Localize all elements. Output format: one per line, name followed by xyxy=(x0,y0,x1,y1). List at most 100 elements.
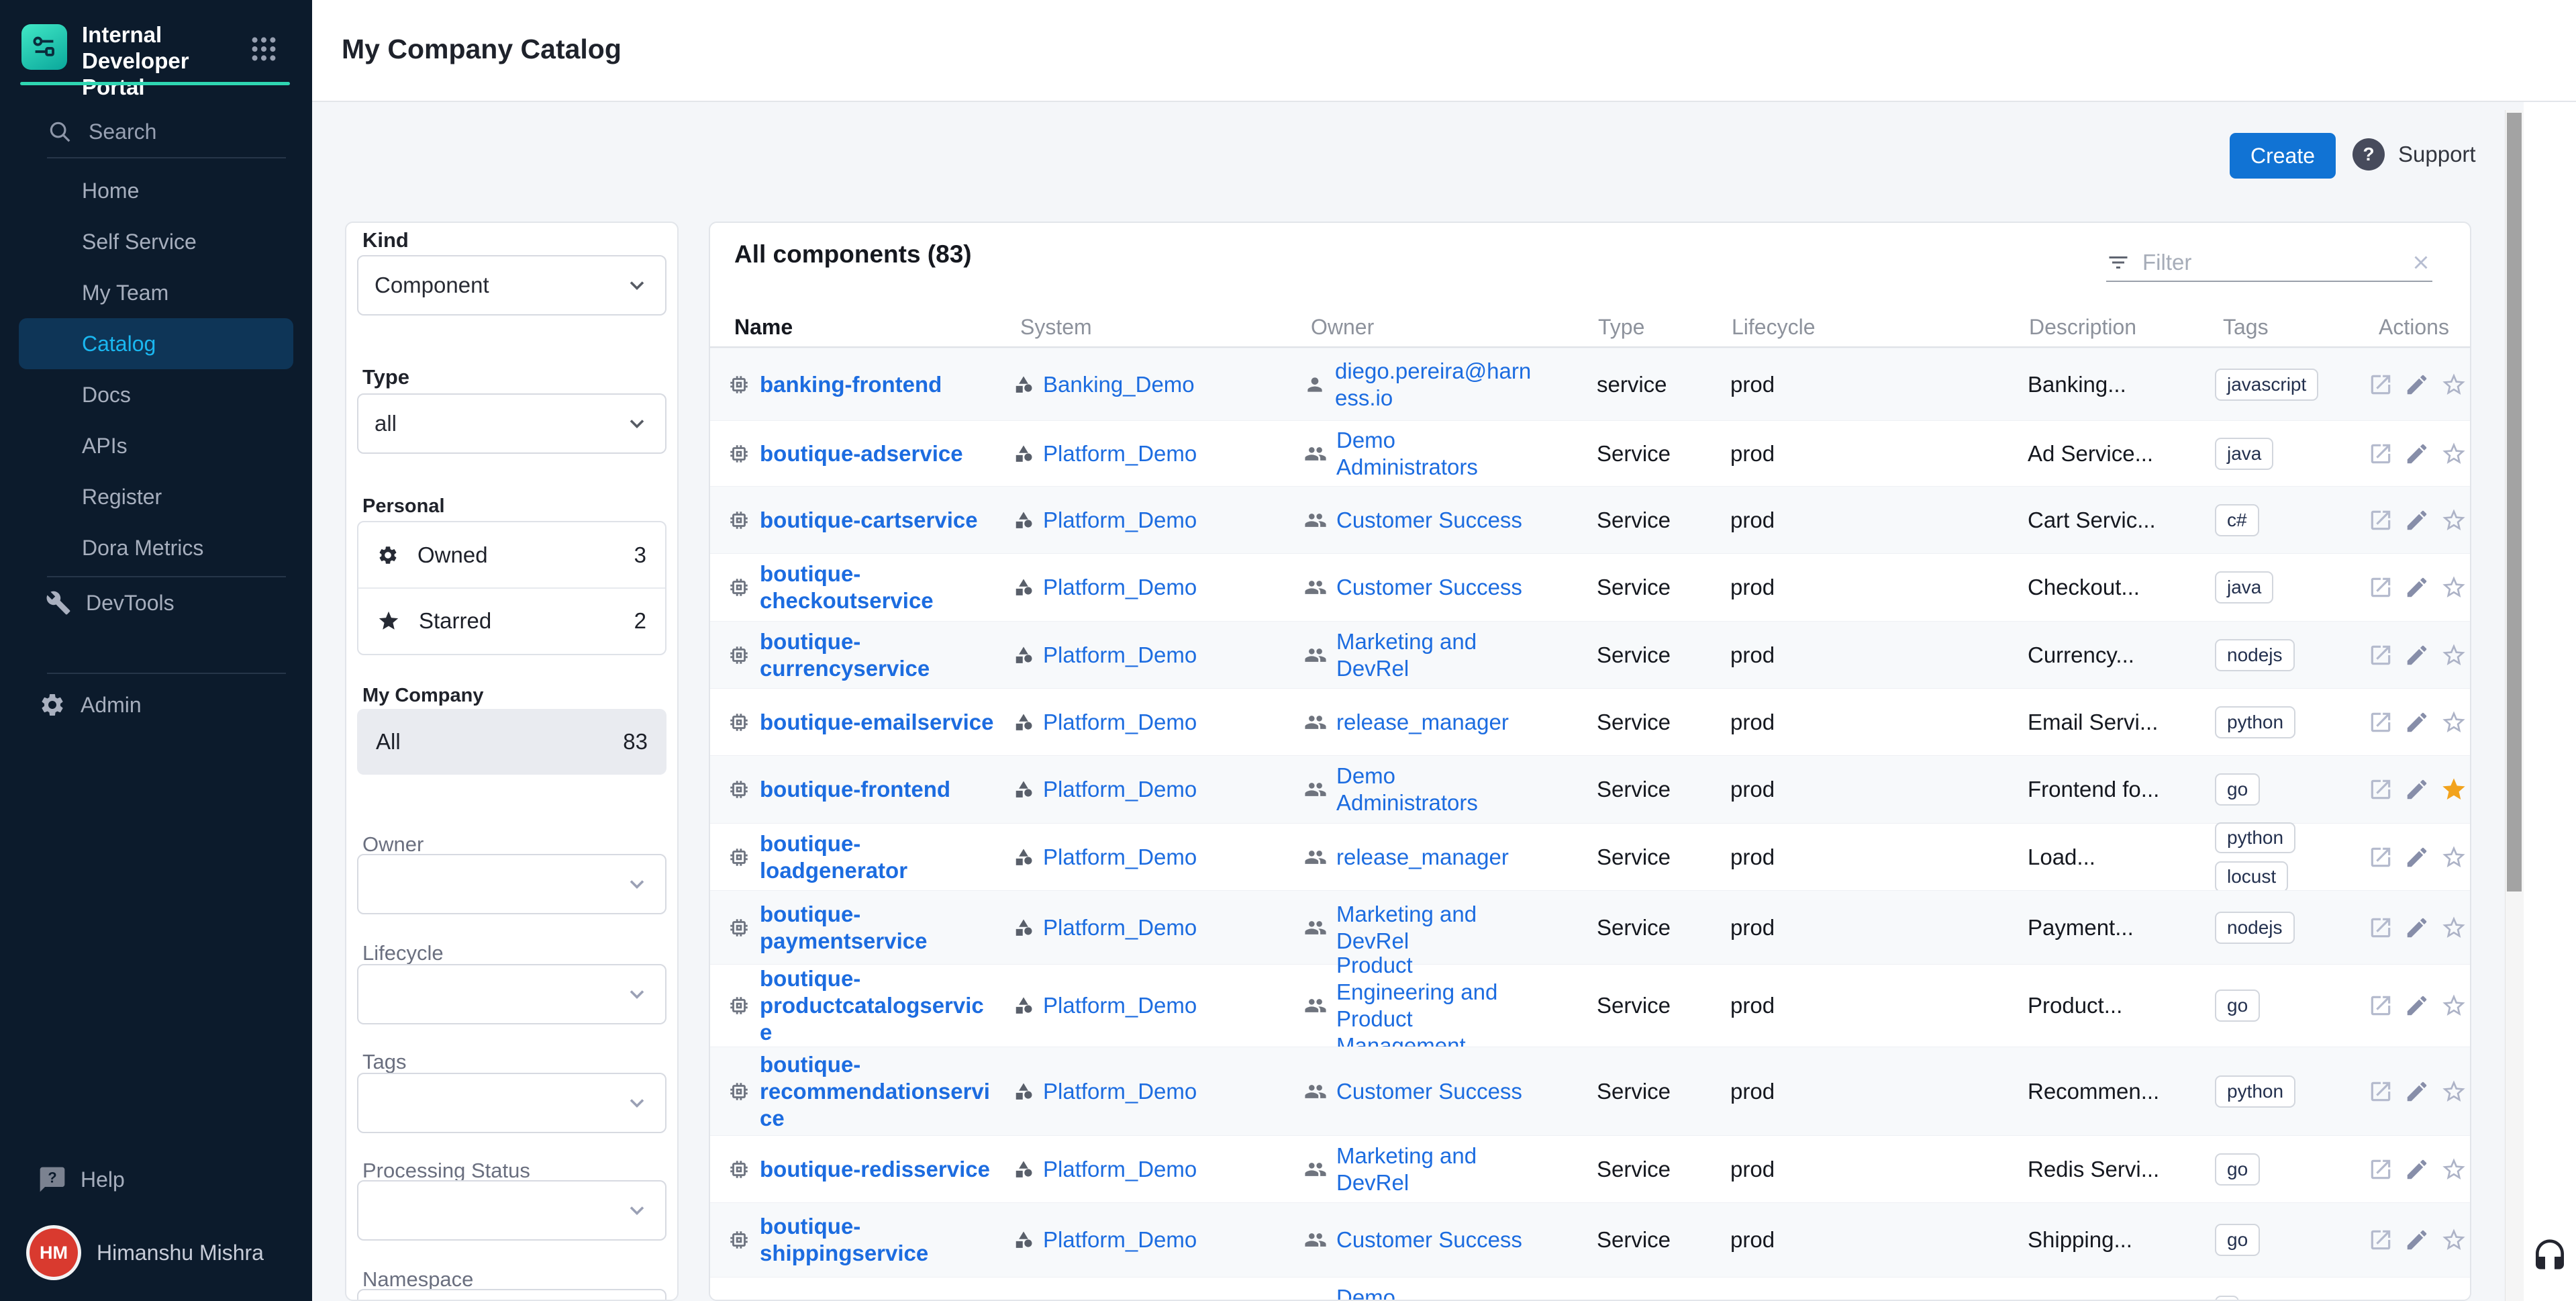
user-profile[interactable]: HM Himanshu Mishra xyxy=(30,1223,264,1282)
entity-name-link[interactable]: banking-frontend xyxy=(760,371,942,398)
star-icon[interactable] xyxy=(2440,507,2467,534)
sidebar-item-dora-metrics[interactable]: Dora Metrics xyxy=(0,522,312,573)
edit-icon[interactable] xyxy=(2404,993,2430,1018)
owner-link[interactable]: Customer Success xyxy=(1336,1226,1522,1253)
type-select[interactable]: all xyxy=(357,393,666,454)
system-link[interactable]: Platform_Demo xyxy=(1043,1078,1197,1105)
entity-name-link[interactable]: boutique-shippingservice xyxy=(760,1213,996,1267)
system-link[interactable]: Platform_Demo xyxy=(1043,507,1197,534)
system-link[interactable]: Platform_Demo xyxy=(1043,1226,1197,1253)
open-in-new-icon[interactable] xyxy=(2368,1227,2393,1253)
entity-name-link[interactable]: boutique-redisservice xyxy=(760,1156,990,1183)
owner-link[interactable]: Marketing and DevRel xyxy=(1336,1143,1536,1196)
star-icon[interactable] xyxy=(2440,914,2467,941)
owner-link[interactable]: Customer Success xyxy=(1336,507,1522,534)
filter-select-processing-status[interactable] xyxy=(357,1180,666,1241)
owner-link[interactable]: Marketing and DevRel xyxy=(1336,901,1536,955)
entity-name-link[interactable]: boutique-loadgenerator xyxy=(760,830,996,884)
open-in-new-icon[interactable] xyxy=(2368,372,2393,397)
edit-icon[interactable] xyxy=(2404,508,2430,533)
entity-name-link[interactable]: b... xyxy=(760,1298,792,1301)
system-link[interactable]: Platform_Demo xyxy=(1043,844,1197,871)
sidebar-item-my-team[interactable]: My Team xyxy=(0,267,312,318)
owner-link[interactable]: Demo Administrators xyxy=(1336,1284,1536,1301)
star-icon[interactable] xyxy=(2440,440,2467,467)
star-icon[interactable] xyxy=(2440,709,2467,736)
entity-name-link[interactable]: boutique-currencyservice xyxy=(760,628,996,682)
open-in-new-icon[interactable] xyxy=(2368,1079,2393,1104)
star-icon[interactable] xyxy=(2440,642,2467,669)
starred-icon[interactable] xyxy=(2440,776,2467,803)
support-button[interactable]: ? Support xyxy=(2352,138,2476,171)
edit-icon[interactable] xyxy=(2404,915,2430,941)
sidebar-search[interactable]: Search xyxy=(47,115,156,148)
sidebar-item-docs[interactable]: Docs xyxy=(0,369,312,420)
sidebar-item-apis[interactable]: APIs xyxy=(0,420,312,471)
owner-link[interactable]: Demo Administrators xyxy=(1336,427,1536,481)
vertical-scrollbar-thumb[interactable] xyxy=(2507,113,2522,892)
system-link[interactable]: Platform_Demo xyxy=(1043,1298,1197,1301)
sidebar-item-self-service[interactable]: Self Service xyxy=(0,216,312,267)
entity-name-link[interactable]: boutique-productcatalogservice xyxy=(760,965,996,1046)
star-icon[interactable] xyxy=(2440,1298,2467,1301)
entity-name-link[interactable]: boutique-frontend xyxy=(760,776,950,803)
entity-name-link[interactable]: boutique-cartservice xyxy=(760,507,978,534)
owner-link[interactable]: diego.pereira@harness.io xyxy=(1335,358,1536,412)
system-link[interactable]: Platform_Demo xyxy=(1043,914,1197,941)
edit-icon[interactable] xyxy=(2404,642,2430,668)
edit-icon[interactable] xyxy=(2404,1079,2430,1104)
edit-icon[interactable] xyxy=(2404,777,2430,802)
filter-select-tags[interactable] xyxy=(357,1073,666,1133)
filter-select-namespace[interactable] xyxy=(357,1289,666,1301)
sidebar-item-home[interactable]: Home xyxy=(0,165,312,216)
open-in-new-icon[interactable] xyxy=(2368,710,2393,735)
starred-filter[interactable]: Starred 2 xyxy=(358,587,665,653)
system-link[interactable]: Platform_Demo xyxy=(1043,776,1197,803)
sidebar-item-register[interactable]: Register xyxy=(0,471,312,522)
owned-filter[interactable]: Owned 3 xyxy=(358,522,665,587)
system-link[interactable]: Banking_Demo xyxy=(1043,371,1195,398)
edit-icon[interactable] xyxy=(2404,1157,2430,1182)
edit-icon[interactable] xyxy=(2404,372,2430,397)
sidebar-item-help[interactable]: ? Help xyxy=(0,1154,312,1205)
create-button[interactable]: Create xyxy=(2230,133,2336,179)
support-chat-icon[interactable] xyxy=(2531,1238,2569,1279)
edit-icon[interactable] xyxy=(2404,1298,2430,1301)
star-icon[interactable] xyxy=(2440,371,2467,398)
edit-icon[interactable] xyxy=(2404,845,2430,870)
star-icon[interactable] xyxy=(2440,1226,2467,1253)
open-in-new-icon[interactable] xyxy=(2368,1298,2393,1301)
edit-icon[interactable] xyxy=(2404,1227,2430,1253)
edit-icon[interactable] xyxy=(2404,441,2430,467)
entity-name-link[interactable]: boutique-recommendationservice xyxy=(760,1051,996,1132)
sidebar-item-devtools[interactable]: DevTools xyxy=(0,577,312,628)
entity-name-link[interactable]: boutique-paymentservice xyxy=(760,901,996,955)
owner-link[interactable]: Customer Success xyxy=(1336,574,1522,601)
open-in-new-icon[interactable] xyxy=(2368,642,2393,668)
entity-name-link[interactable]: boutique-emailservice xyxy=(760,709,993,736)
open-in-new-icon[interactable] xyxy=(2368,915,2393,941)
open-in-new-icon[interactable] xyxy=(2368,441,2393,467)
system-link[interactable]: Platform_Demo xyxy=(1043,642,1197,669)
owner-link[interactable]: Demo Administrators xyxy=(1336,763,1536,816)
open-in-new-icon[interactable] xyxy=(2368,845,2393,870)
open-in-new-icon[interactable] xyxy=(2368,575,2393,600)
star-icon[interactable] xyxy=(2440,844,2467,871)
system-link[interactable]: Platform_Demo xyxy=(1043,709,1197,736)
star-icon[interactable] xyxy=(2440,574,2467,601)
system-link[interactable]: Platform_Demo xyxy=(1043,1156,1197,1183)
owner-link[interactable]: Product Engineering and Product Manageme… xyxy=(1336,952,1536,1059)
clear-filter-icon[interactable] xyxy=(2410,251,2432,274)
edit-icon[interactable] xyxy=(2404,575,2430,600)
star-icon[interactable] xyxy=(2440,1156,2467,1183)
system-link[interactable]: Platform_Demo xyxy=(1043,440,1197,467)
owner-link[interactable]: Marketing and DevRel xyxy=(1336,628,1536,682)
kind-select[interactable]: Component xyxy=(357,255,666,316)
filter-select-lifecycle[interactable] xyxy=(357,964,666,1024)
owner-link[interactable]: Customer Success xyxy=(1336,1078,1522,1105)
filter-select-owner[interactable] xyxy=(357,854,666,914)
owner-link[interactable]: release_manager xyxy=(1336,709,1509,736)
owner-link[interactable]: release_manager xyxy=(1336,844,1509,871)
edit-icon[interactable] xyxy=(2404,710,2430,735)
star-icon[interactable] xyxy=(2440,992,2467,1019)
